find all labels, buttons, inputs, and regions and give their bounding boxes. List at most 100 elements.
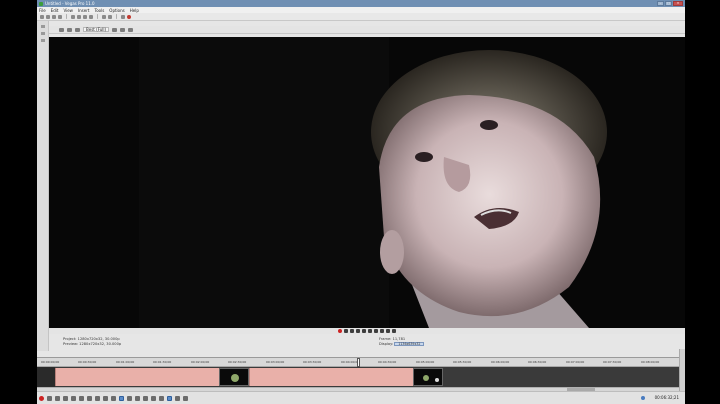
redo-icon[interactable] [108, 14, 112, 19]
stop-icon[interactable] [79, 395, 84, 401]
copy-icon[interactable] [77, 14, 81, 19]
zoom-tool-icon[interactable] [143, 395, 148, 401]
go-to-start-icon[interactable] [87, 395, 92, 401]
menu-tools[interactable]: Tools [94, 8, 104, 13]
ruler-tick: 00:05:00;00 [416, 360, 435, 364]
menu-options[interactable]: Options [109, 8, 124, 13]
external-monitor-icon[interactable] [67, 27, 72, 32]
preview-value: 1280x720x32, 30.000p [79, 342, 122, 346]
ruler-tick: 00:07:30;00 [603, 360, 622, 364]
auto-crossfade-icon[interactable] [183, 395, 188, 401]
loop-icon[interactable] [344, 329, 348, 333]
next-frame-icon[interactable] [392, 329, 396, 333]
maximize-button[interactable]: □ [665, 1, 672, 6]
ruler-tick: 00:06:30;00 [528, 360, 547, 364]
timeline-ruler[interactable]: 00:00:00;00 00:00:30;00 00:01:00;00 00:0… [37, 357, 685, 367]
go-to-start-icon[interactable] [374, 329, 378, 333]
ruler-tick: 00:05:30;00 [453, 360, 472, 364]
window-title: Untitled - Vegas Pro 11.0 [45, 1, 95, 6]
frame-label: Frame: [379, 337, 392, 341]
stop-icon[interactable] [368, 329, 372, 333]
clip-thumbnail[interactable] [413, 368, 443, 386]
prev-frame-icon[interactable] [103, 395, 108, 401]
ruler-tick: 00:04:30;00 [378, 360, 397, 364]
timeline-transport: 00:06:32;21 [37, 391, 685, 404]
pause-icon[interactable] [71, 395, 76, 401]
play-icon[interactable] [356, 329, 360, 333]
render-icon[interactable] [121, 14, 125, 19]
overlays-icon[interactable] [112, 27, 118, 32]
preview-quality-select[interactable]: Best (Full) [83, 27, 110, 32]
frame-info: Frame: 11,781 Display: 1136x639x32 [379, 337, 425, 347]
timeline-timecode: 00:06:32;21 [654, 395, 679, 400]
open-icon[interactable] [46, 14, 50, 19]
normal-edit-tool-icon[interactable] [119, 395, 124, 401]
dock-grip-icon[interactable] [40, 25, 45, 28]
auto-ripple-icon[interactable] [159, 395, 164, 401]
close-button[interactable]: ✕ [673, 1, 683, 6]
project-label: Project: [63, 337, 77, 341]
paste-icon[interactable] [83, 14, 87, 19]
track-header[interactable] [37, 367, 55, 387]
ruler-tick: 00:03:30;00 [303, 360, 322, 364]
dock-pin-icon[interactable] [40, 39, 45, 42]
left-dock [37, 21, 49, 351]
pause-icon[interactable] [362, 329, 366, 333]
title-bar: Untitled - Vegas Pro 11.0 – □ ✕ [37, 0, 685, 7]
next-frame-icon[interactable] [111, 395, 116, 401]
toolbar-separator [66, 14, 67, 19]
clip-thumbnail-image [231, 374, 239, 382]
prev-frame-icon[interactable] [386, 329, 390, 333]
display-label: Display: [379, 342, 394, 346]
help-icon[interactable] [127, 14, 131, 19]
playhead-handle[interactable] [357, 358, 360, 367]
loop-playback-icon[interactable] [47, 395, 52, 401]
selection-tool-icon[interactable] [135, 395, 140, 401]
ruler-tick: 00:08:00;00 [641, 360, 660, 364]
ruler-tick: 00:01:00;00 [116, 360, 135, 364]
lock-envelopes-icon[interactable] [167, 395, 172, 401]
copy-snapshot-icon[interactable] [120, 27, 126, 32]
video-clip[interactable] [55, 368, 219, 386]
snapping-icon[interactable] [151, 395, 156, 401]
record-icon[interactable] [338, 329, 342, 333]
ignore-grouping-icon[interactable] [175, 395, 180, 401]
frame-value: 11,781 [392, 337, 406, 341]
save-snapshot-icon[interactable] [128, 27, 134, 32]
cut-icon[interactable] [71, 14, 75, 19]
preview-settings-icon[interactable] [59, 27, 64, 32]
play-from-start-icon[interactable] [350, 329, 354, 333]
delete-icon[interactable] [89, 14, 93, 19]
properties-icon[interactable] [58, 14, 62, 19]
save-icon[interactable] [52, 14, 56, 19]
timecode-icon [641, 396, 645, 400]
clip-thumbnail[interactable] [219, 368, 249, 386]
go-to-end-icon[interactable] [380, 329, 384, 333]
project-info: Project: 1280x720x32, 30.000p Preview: 1… [63, 337, 121, 347]
new-project-icon[interactable] [40, 14, 44, 19]
video-frame [49, 37, 685, 328]
split-screen-icon[interactable] [75, 27, 80, 32]
video-preview [49, 37, 685, 328]
go-to-end-icon[interactable] [95, 395, 100, 401]
envelope-tool-icon[interactable] [127, 395, 132, 401]
video-clip[interactable] [249, 368, 413, 386]
timeline-vertical-scrollbar[interactable] [679, 349, 685, 393]
minimize-button[interactable]: – [657, 1, 664, 6]
undo-icon[interactable] [102, 14, 106, 19]
menu-help[interactable]: Help [130, 8, 139, 13]
preview-info: Project: 1280x720x32, 30.000p Preview: 1… [49, 334, 685, 351]
menu-file[interactable]: File [39, 8, 46, 13]
vegas-window: Untitled - Vegas Pro 11.0 – □ ✕ File Edi… [37, 0, 685, 404]
play-icon[interactable] [63, 395, 68, 401]
menu-edit[interactable]: Edit [51, 8, 59, 13]
dock-close-icon[interactable] [40, 32, 45, 35]
preview-toolbar: Best (Full) [49, 26, 685, 34]
preview-label: Preview: [63, 342, 79, 346]
menu-view[interactable]: View [63, 8, 73, 13]
toolbar-separator [97, 14, 98, 19]
menu-insert[interactable]: Insert [78, 8, 89, 13]
play-from-start-icon[interactable] [55, 395, 60, 401]
record-icon[interactable] [39, 395, 44, 401]
video-track [37, 367, 685, 387]
